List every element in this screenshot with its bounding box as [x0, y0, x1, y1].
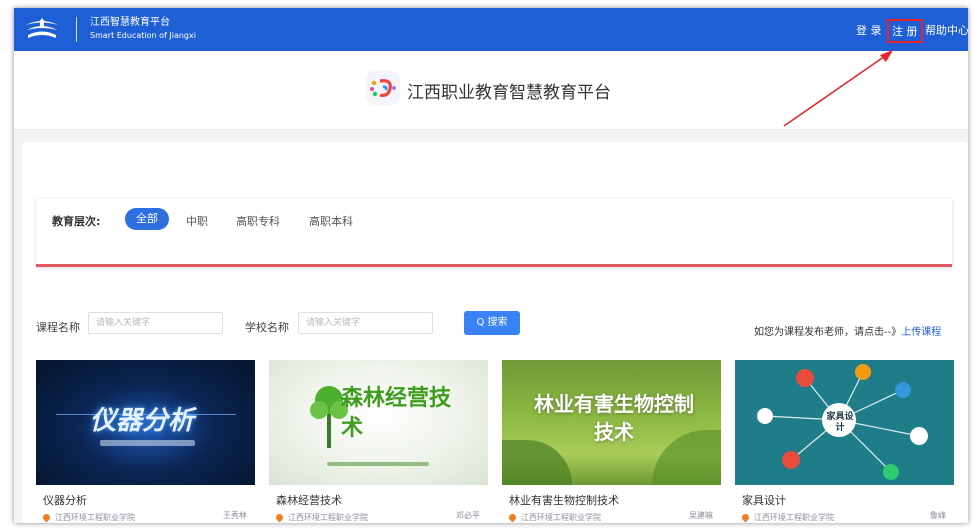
course-teacher: 王秀林 — [223, 511, 247, 520]
thumb-title-text: 仪器分析 — [90, 406, 195, 436]
school-name-input[interactable] — [298, 312, 433, 334]
brand-name-cn: 江西智慧教育平台 — [90, 17, 170, 28]
platform-title: 江西职业教育智慧教育平台 — [407, 83, 611, 103]
course-title[interactable]: 林业有害生物控制技术 — [509, 492, 619, 508]
location-pin-icon — [507, 512, 518, 523]
course-school: 江西环境工程职业学院 — [507, 512, 601, 523]
thumb-subtitle-bar — [327, 462, 429, 466]
course-thumbnail[interactable]: 仪器分析 — [36, 360, 255, 485]
course-card[interactable]: 林业有害生物控制技术 林业有害生物控制技术 江西环境工程职业学院 吴建嘛 — [502, 360, 721, 523]
course-teacher: 邓必平 — [456, 511, 480, 520]
school-name-label: 学校名称 — [245, 321, 289, 334]
course-teacher: 吴建嘛 — [689, 511, 713, 520]
course-title[interactable]: 森林经营技术 — [276, 492, 342, 508]
help-center-link[interactable]: 帮助中心 — [925, 22, 968, 38]
thumb-title-text: 林业有害生物控制技术 — [534, 392, 694, 444]
thumb-title-text: 家具设计 — [826, 412, 854, 433]
browser-frame: 江西智慧教育平台 Smart Education of Jiangxi 登 录 … — [14, 8, 968, 523]
platform-header: 江西职业教育智慧教育平台 — [14, 51, 968, 130]
course-name-input[interactable] — [88, 312, 223, 334]
location-pin-icon — [740, 512, 751, 523]
location-pin-icon — [274, 512, 285, 523]
education-level-filter: 教育层次: 全部 中职 高职专科 高职本科 — [36, 199, 952, 267]
course-name-label: 课程名称 — [36, 321, 80, 334]
top-navigation-bar: 江西智慧教育平台 Smart Education of Jiangxi 登 录 … — [14, 8, 968, 51]
level-option-vocational-bachelor[interactable]: 高职本科 — [309, 213, 353, 229]
login-link[interactable]: 登 录 — [856, 22, 882, 38]
course-thumbnail[interactable]: 林业有害生物控制技术 — [502, 360, 721, 485]
course-card[interactable]: 仪器分析 仪器分析 江西环境工程职业学院 王秀林 — [36, 360, 255, 523]
course-school-name: 江西环境工程职业学院 — [521, 513, 601, 522]
upload-course-link[interactable]: 上传课程 — [901, 327, 941, 338]
location-pin-icon — [41, 512, 52, 523]
course-title[interactable]: 仪器分析 — [43, 492, 87, 508]
course-teacher: 鲁峰 — [930, 511, 946, 520]
upload-course-prompt: 如您为课程发布老师，请点击--》 — [754, 327, 902, 338]
level-option-secondary[interactable]: 中职 — [186, 213, 208, 229]
course-card[interactable]: 家具设计 家具设计 江西环境工程职业学院 鲁峰 — [735, 360, 954, 523]
level-option-all[interactable]: 全部 — [125, 208, 169, 230]
brand-name-en: Smart Education of Jiangxi — [90, 31, 196, 40]
register-link[interactable]: 注 册 — [887, 19, 923, 43]
course-content-panel: 教育层次: 全部 中职 高职专科 高职本科 课程名称 学校名称 Q 搜索 如您为… — [22, 142, 968, 523]
course-school-name: 江西环境工程职业学院 — [288, 513, 368, 522]
course-school: 江西环境工程职业学院 — [41, 512, 135, 523]
course-school: 江西环境工程职业学院 — [274, 512, 368, 523]
platform-logo-icon — [366, 71, 400, 105]
logo-divider — [76, 17, 77, 42]
education-level-label: 教育层次: — [52, 215, 101, 228]
course-school-name: 江西环境工程职业学院 — [754, 513, 834, 522]
jiangxi-education-logo-icon[interactable] — [24, 16, 60, 43]
thumb-subtitle-bar — [100, 440, 195, 446]
search-button[interactable]: Q 搜索 — [464, 311, 520, 335]
course-school-name: 江西环境工程职业学院 — [55, 513, 135, 522]
course-card[interactable]: 森林经营技术 森林经营技术 江西环境工程职业学院 邓必平 — [269, 360, 488, 523]
course-title[interactable]: 家具设计 — [742, 492, 786, 508]
thumb-title-text: 森林经营技术 — [341, 386, 452, 441]
thumb-leaf-shape — [502, 440, 572, 485]
course-thumbnail[interactable]: 森林经营技术 — [269, 360, 488, 485]
course-thumbnail[interactable]: 家具设计 — [735, 360, 954, 485]
upload-course-note: 如您为课程发布老师，请点击--》上传课程 — [754, 323, 941, 338]
course-school: 江西环境工程职业学院 — [740, 512, 834, 523]
level-option-higher-vocational[interactable]: 高职专科 — [236, 213, 280, 229]
